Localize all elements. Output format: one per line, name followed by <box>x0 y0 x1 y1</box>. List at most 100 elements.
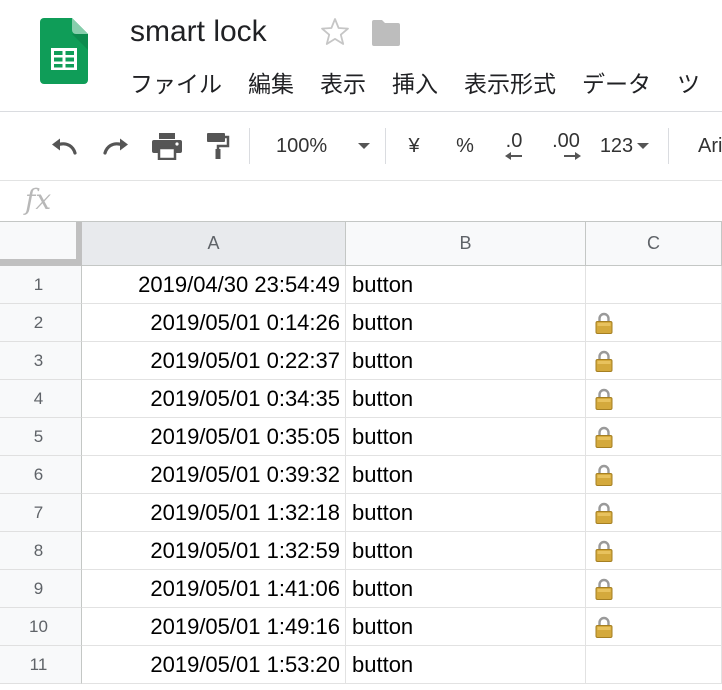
row-header[interactable]: 9 <box>0 570 82 608</box>
star-outline-icon[interactable] <box>319 16 351 48</box>
cell-status[interactable] <box>586 304 722 342</box>
cell-timestamp[interactable]: 2019/05/01 0:35:05 <box>82 418 346 456</box>
cell-source[interactable]: button <box>346 608 586 646</box>
cell-timestamp[interactable]: 2019/05/01 1:32:59 <box>82 532 346 570</box>
row-header[interactable]: 4 <box>0 380 82 418</box>
table-row: 2 2019/05/01 0:14:26 button <box>0 304 722 342</box>
percent-label: % <box>456 134 474 157</box>
cell-status[interactable] <box>586 494 722 532</box>
cell-timestamp[interactable]: 2019/04/30 23:54:49 <box>82 266 346 304</box>
decrease-decimal-button[interactable]: .0 <box>494 112 534 180</box>
number-format-select[interactable]: 123 <box>594 112 656 180</box>
lock-icon <box>595 498 613 531</box>
cell-timestamp[interactable]: 2019/05/01 0:39:32 <box>82 456 346 494</box>
cell-timestamp[interactable]: 2019/05/01 1:53:20 <box>82 646 346 684</box>
cell-source[interactable]: button <box>346 380 586 418</box>
table-row: 11 2019/05/01 1:53:20 button <box>0 646 722 684</box>
arrow-left-icon <box>505 152 522 160</box>
frozen-row-handle[interactable] <box>0 259 82 266</box>
row-header[interactable]: 10 <box>0 608 82 646</box>
cell-status[interactable] <box>586 570 722 608</box>
print-button[interactable] <box>147 112 187 180</box>
menu-tools[interactable]: ツ <box>677 69 700 99</box>
cell-timestamp[interactable]: 2019/05/01 0:34:35 <box>82 380 346 418</box>
table-row: 6 2019/05/01 0:39:32 button <box>0 456 722 494</box>
row-header[interactable]: 8 <box>0 532 82 570</box>
menu-edit[interactable]: 編集 <box>248 69 294 99</box>
table-row: 4 2019/05/01 0:34:35 button <box>0 380 722 418</box>
cell-timestamp[interactable]: 2019/05/01 0:22:37 <box>82 342 346 380</box>
row-header[interactable]: 5 <box>0 418 82 456</box>
menu-view[interactable]: 表示 <box>320 69 366 99</box>
document-title[interactable]: smart lock <box>130 15 267 49</box>
toolbar-separator <box>668 128 669 164</box>
percent-button[interactable]: % <box>449 112 481 180</box>
cell-status[interactable] <box>586 342 722 380</box>
lock-icon <box>595 308 613 341</box>
menu-file[interactable]: ファイル <box>130 69 222 99</box>
chevron-down-icon <box>358 143 371 149</box>
cell-status[interactable] <box>586 532 722 570</box>
cell-source[interactable]: button <box>346 532 586 570</box>
cell-source[interactable]: button <box>346 418 586 456</box>
font-name: Ari <box>698 134 722 157</box>
cell-status[interactable] <box>586 418 722 456</box>
row-header[interactable]: 6 <box>0 456 82 494</box>
spreadsheet-grid: A B C 1 2019/04/30 23:54:49 button 2 2019/05… <box>0 222 722 690</box>
table-row: 5 2019/05/01 0:35:05 button <box>0 418 722 456</box>
cell-source[interactable]: button <box>346 304 586 342</box>
row-header[interactable]: 2 <box>0 304 82 342</box>
cell-timestamp[interactable]: 2019/05/01 1:49:16 <box>82 608 346 646</box>
cell-source[interactable]: button <box>346 494 586 532</box>
cell-status[interactable] <box>586 608 722 646</box>
fx-icon: fx <box>25 183 52 216</box>
paint-format-button[interactable] <box>198 112 238 180</box>
table-row: 3 2019/05/01 0:22:37 button <box>0 342 722 380</box>
number-format-label: 123 <box>599 134 634 157</box>
column-header-a[interactable]: A <box>82 222 346 266</box>
google-sheets-icon[interactable] <box>40 18 88 84</box>
paint-format-icon <box>207 133 230 159</box>
cell-status[interactable] <box>586 646 722 684</box>
cell-status[interactable] <box>586 266 722 304</box>
row-header[interactable]: 1 <box>0 266 82 304</box>
cell-timestamp[interactable]: 2019/05/01 1:41:06 <box>82 570 346 608</box>
arrow-right-icon <box>564 152 581 160</box>
row-header[interactable]: 3 <box>0 342 82 380</box>
lock-icon <box>595 536 613 569</box>
increase-decimal-label: .00 <box>552 130 580 152</box>
column-header-b[interactable]: B <box>346 222 586 266</box>
redo-button[interactable] <box>96 112 136 180</box>
currency-label: ¥ <box>408 134 420 157</box>
column-header-c[interactable]: C <box>586 222 722 266</box>
zoom-select[interactable]: 100% <box>268 112 378 180</box>
cell-source[interactable]: button <box>346 342 586 380</box>
cell-timestamp[interactable]: 2019/05/01 0:14:26 <box>82 304 346 342</box>
undo-button[interactable] <box>44 112 84 180</box>
cell-status[interactable] <box>586 380 722 418</box>
cell-status[interactable] <box>586 456 722 494</box>
row-header[interactable]: 7 <box>0 494 82 532</box>
formula-input[interactable] <box>70 181 710 221</box>
cell-timestamp[interactable]: 2019/05/01 1:32:18 <box>82 494 346 532</box>
menu-insert[interactable]: 挿入 <box>392 69 438 99</box>
undo-icon <box>52 138 77 155</box>
table-row: 8 2019/05/01 1:32:59 button <box>0 532 722 570</box>
formula-bar: fx <box>0 181 722 221</box>
toolbar: 100% ¥ % .0 .00 123 Ari <box>0 112 722 180</box>
cell-source[interactable]: button <box>346 266 586 304</box>
chevron-down-icon <box>637 143 650 149</box>
increase-decimal-button[interactable]: .00 <box>544 112 588 180</box>
cell-source[interactable]: button <box>346 646 586 684</box>
cell-source[interactable]: button <box>346 570 586 608</box>
redo-icon <box>103 138 128 155</box>
font-select[interactable]: Ari <box>690 112 722 180</box>
row-header[interactable]: 11 <box>0 646 82 684</box>
cell-source[interactable]: button <box>346 456 586 494</box>
folder-icon[interactable] <box>370 19 402 47</box>
lock-icon <box>595 612 613 645</box>
menu-format[interactable]: 表示形式 <box>464 69 556 99</box>
currency-button[interactable]: ¥ <box>398 112 430 180</box>
menu-data[interactable]: データ <box>582 69 651 99</box>
table-row: 9 2019/05/01 1:41:06 button <box>0 570 722 608</box>
